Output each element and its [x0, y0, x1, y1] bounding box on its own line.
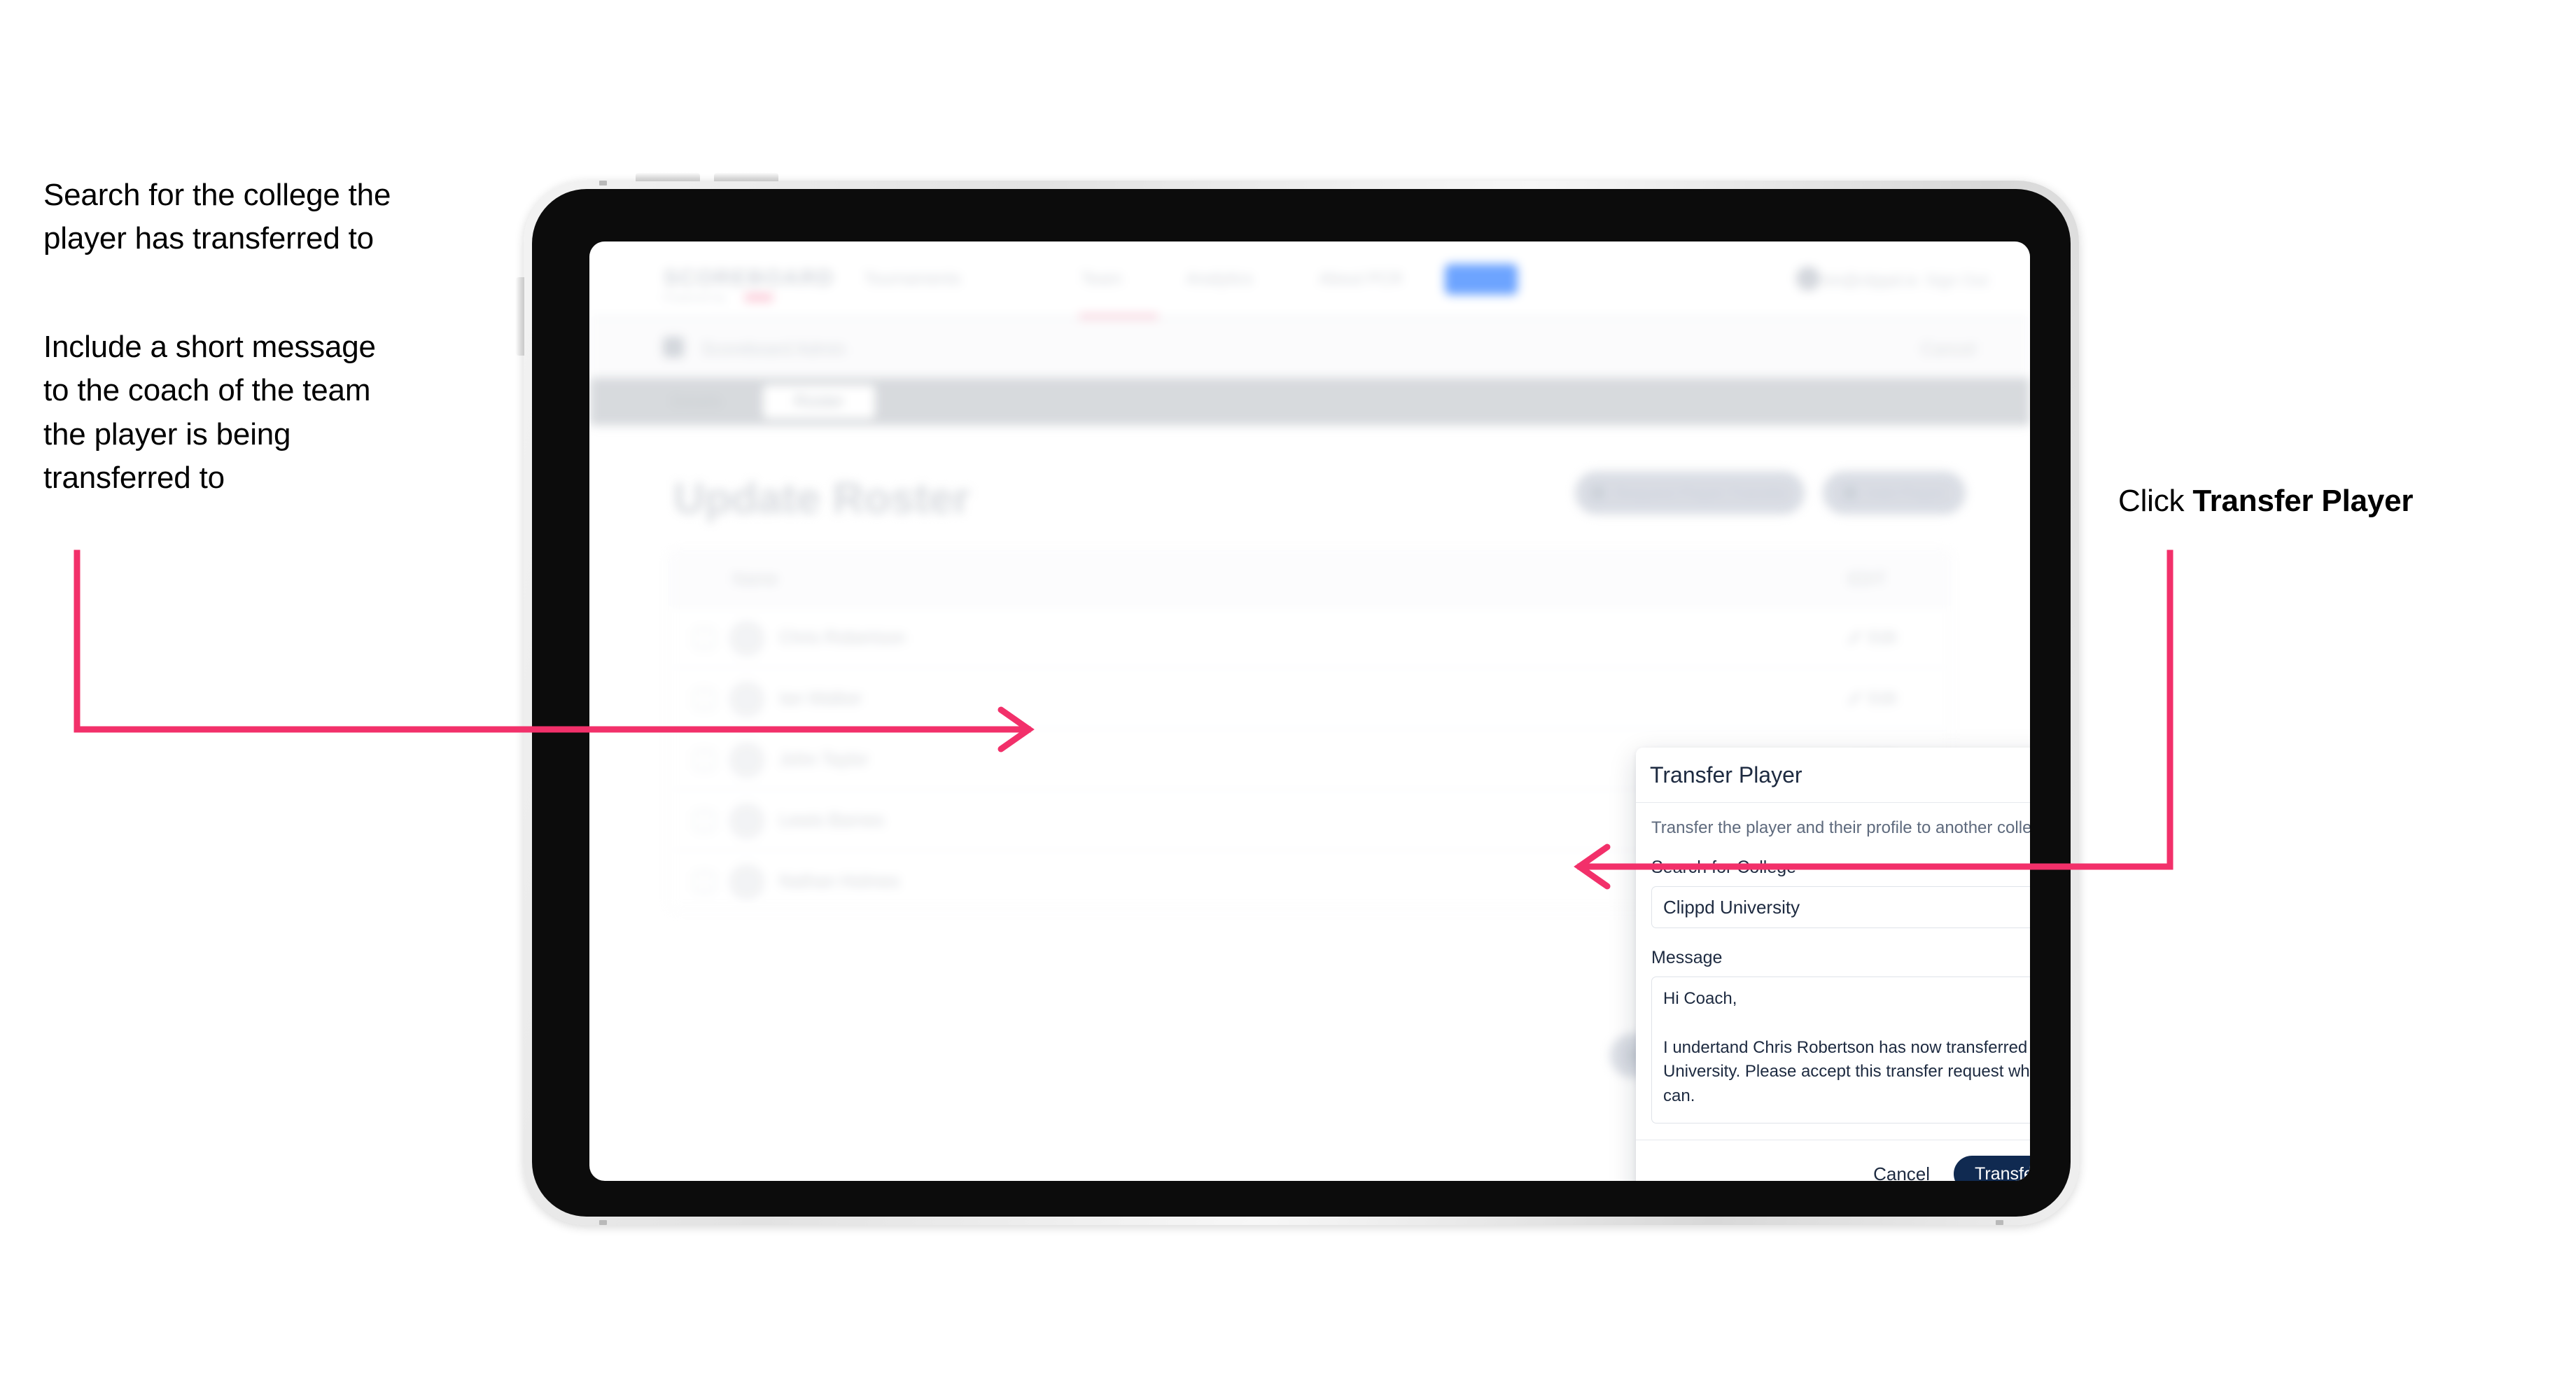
device-bezel: SCOREBOARD Powered by Tournaments Team A… — [532, 189, 2071, 1217]
player-avatar — [730, 743, 764, 777]
nav-item-analytics[interactable]: Analytics — [1186, 270, 1253, 289]
nav-item-admin[interactable]: Admin — [1445, 264, 1518, 295]
add-player-label: Add Player — [1866, 483, 1946, 502]
row-checkbox[interactable] — [694, 628, 715, 649]
player-avatar — [730, 622, 764, 655]
tab-roster[interactable]: Roster — [763, 385, 875, 419]
plus-icon — [1842, 486, 1857, 500]
breadcrumb: Scoreboard Admin Cancel — [589, 318, 2030, 378]
volume-down-button[interactable] — [714, 173, 778, 181]
annotation-click-transfer-player: Click Transfer Player — [2118, 479, 2552, 523]
app-logo-subtitle: Powered by — [664, 292, 727, 304]
tab-bar: Details Roster — [589, 378, 2030, 426]
transfer-player-button[interactable]: Transfer Player — [1954, 1156, 2030, 1181]
search-college-input[interactable] — [1651, 886, 2030, 928]
screenshot-canvas: SCOREBOARD Powered by Tournaments Team A… — [0, 0, 2576, 1386]
nav-user-email: admin@clippd.io — [1798, 271, 1918, 289]
dialog-body: Transfer the player and their profile to… — [1636, 803, 2030, 1140]
antenna-line-bottom-left — [599, 1220, 607, 1225]
nav-item-tournaments[interactable]: Tournaments — [864, 270, 961, 289]
pencil-icon — [1847, 691, 1862, 706]
table-row[interactable]: Ian Walker Edit — [668, 668, 1951, 729]
edit-label: Edit — [1868, 628, 1896, 646]
player-name: Ian Walker — [779, 689, 862, 708]
player-name: John Taylor — [779, 750, 869, 769]
search-college-label: Search for College — [1651, 858, 1797, 877]
sign-out-link[interactable]: Sign Out — [1926, 271, 1989, 290]
table-header-row: Name EDIT — [668, 550, 1951, 607]
transfer-player-dialog: Transfer Player Transfer the player and … — [1636, 748, 2030, 1181]
add-player-button[interactable]: Add Player — [1823, 471, 1966, 514]
antenna-line-bottom-right — [1996, 1220, 2003, 1225]
message-textarea[interactable] — [1651, 976, 2030, 1124]
dialog-header: Transfer Player — [1636, 748, 2030, 803]
breadcrumb-label[interactable]: Scoreboard Admin — [701, 340, 846, 360]
annotation-click-bold: Transfer Player — [2192, 484, 2414, 518]
player-avatar — [730, 865, 764, 899]
nav-item-about-pcr[interactable]: About PCR — [1319, 270, 1403, 289]
dialog-footer: Cancel Transfer Player — [1636, 1140, 2030, 1181]
tab-details[interactable]: Details — [644, 385, 749, 419]
transfer-icon — [1590, 486, 1605, 500]
volume-up-button[interactable] — [636, 173, 700, 181]
annotation-include-message: Include a short message to the coach of … — [43, 330, 376, 496]
row-checkbox[interactable] — [694, 872, 715, 892]
row-checkbox[interactable] — [694, 811, 715, 832]
column-header-name: Name — [733, 570, 778, 589]
edit-player-link[interactable]: Edit — [1847, 689, 1896, 708]
column-header-edit: EDIT — [1848, 570, 1886, 589]
request-player-transfer-label: Request Player Transfer — [1614, 483, 1788, 502]
message-label: Message — [1651, 948, 1723, 967]
nav-item-team[interactable]: Team — [1081, 270, 1122, 289]
device-screen: SCOREBOARD Powered by Tournaments Team A… — [589, 241, 2030, 1181]
page-title: Update Roster — [673, 475, 970, 523]
breadcrumb-icon — [663, 337, 684, 358]
player-avatar — [730, 682, 764, 716]
request-player-transfer-button[interactable]: Request Player Transfer — [1575, 471, 1805, 514]
antenna-line-top-left — [599, 181, 607, 186]
player-name: Nathan Holmes — [779, 872, 900, 891]
row-checkbox[interactable] — [694, 750, 715, 771]
app-logo[interactable]: SCOREBOARD — [664, 265, 834, 290]
annotation-click-prefix: Click — [2118, 484, 2193, 518]
pencil-icon — [1847, 630, 1862, 645]
dialog-title: Transfer Player — [1650, 762, 1802, 788]
table-row[interactable]: Chris Robertson Edit — [668, 607, 1951, 668]
top-navigation-bar: SCOREBOARD Powered by Tournaments Team A… — [589, 241, 2030, 318]
player-name: Lewis Barnes — [779, 811, 885, 830]
edit-label: Edit — [1868, 689, 1896, 707]
breadcrumb-cancel-link[interactable]: Cancel — [1921, 340, 1975, 360]
brand-accent-mark — [745, 293, 773, 302]
dialog-subtitle: Transfer the player and their profile to… — [1651, 818, 2030, 837]
annotation-search-college: Search for the college the player has tr… — [43, 178, 391, 256]
player-name: Chris Robertson — [779, 628, 906, 648]
cancel-button[interactable]: Cancel — [1869, 1158, 1934, 1182]
player-avatar — [730, 804, 764, 838]
row-checkbox[interactable] — [694, 689, 715, 710]
tablet-device-frame: SCOREBOARD Powered by Tournaments Team A… — [516, 173, 2079, 1225]
power-button[interactable] — [516, 277, 524, 356]
edit-player-link[interactable]: Edit — [1847, 628, 1896, 647]
